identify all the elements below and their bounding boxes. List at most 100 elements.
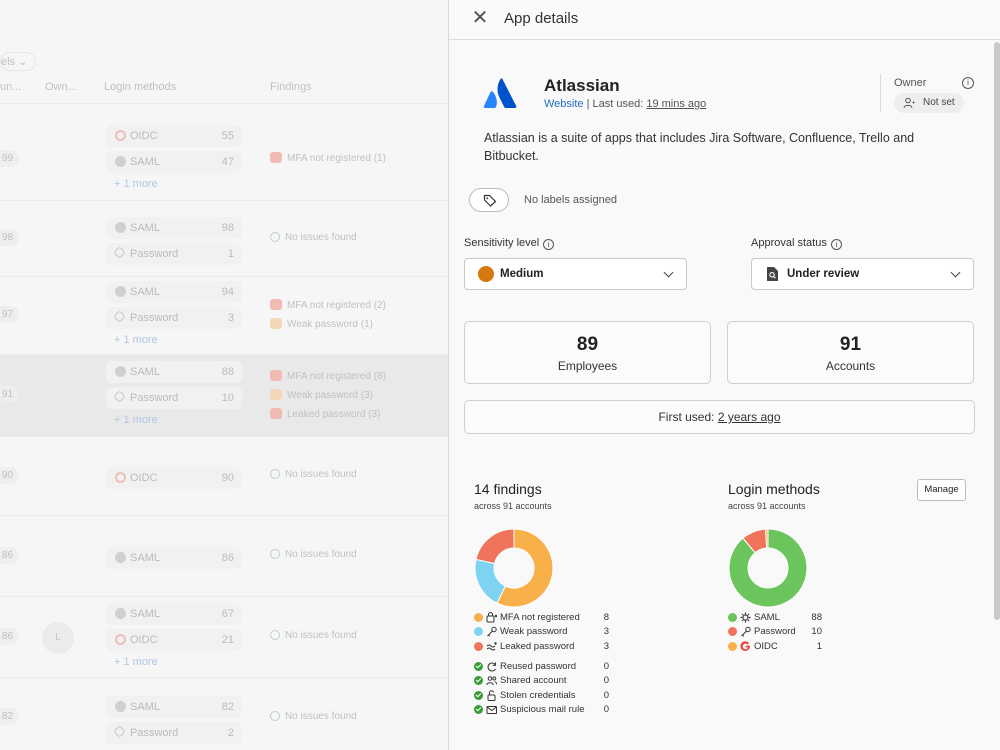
column-header[interactable]: Findings <box>270 81 312 93</box>
login-method-count: 90 <box>221 471 234 484</box>
legend-item[interactable]: SAML 88 <box>728 611 822 625</box>
table-row[interactable]: 98 SAML 98 Password 1 No issues found <box>0 201 448 277</box>
legend-count: 0 <box>603 703 609 715</box>
account-count-pill: 98 <box>0 229 20 246</box>
legend-item[interactable]: Reused password 0 <box>474 660 609 674</box>
table-row[interactable]: 86 SAML 86 No issues found <box>0 516 448 597</box>
add-label-button[interactable] <box>469 188 509 212</box>
table-row[interactable]: 86 L SAML 67 OIDC 21 + 1 more No issues found <box>0 597 448 678</box>
manage-button[interactable]: Manage <box>917 479 966 501</box>
legend-count: 1 <box>816 640 822 652</box>
legend-item[interactable]: OIDC 1 <box>728 640 822 654</box>
login-method-count: 67 <box>221 607 234 620</box>
login-method-pill: SAML 47 <box>106 150 242 173</box>
login-method-name: Password <box>130 247 179 260</box>
login-method-count: 10 <box>221 392 234 404</box>
finding-item: Weak password (1) <box>270 318 373 330</box>
finding-item: MFA not registered (2) <box>270 299 386 311</box>
legend-item[interactable]: Shared account 0 <box>474 674 609 688</box>
legend-count: 88 <box>811 612 822 623</box>
findings-slice-leaked-password[interactable] <box>475 528 515 565</box>
login-method-count: 47 <box>221 155 234 168</box>
finding-item: No issues found <box>270 549 357 560</box>
legend-count: 0 <box>603 675 609 687</box>
login-method-pill: Password 2 <box>106 721 242 744</box>
info-icon[interactable]: i <box>962 77 974 89</box>
login-method-name: SAML <box>130 286 160 298</box>
filter-pill[interactable]: els ⌄ <box>0 52 37 71</box>
more-link[interactable]: + 1 more <box>114 178 158 190</box>
table-row[interactable]: 99 OIDC 55 SAML 47 + 1 more MFA not registered… <box>0 118 448 201</box>
more-link[interactable]: + 1 more <box>114 656 158 668</box>
legend-label: MFA not registered <box>500 612 580 623</box>
legend-item[interactable]: MFA not registered 8 <box>474 611 609 625</box>
owner-selector[interactable]: Not set <box>894 93 964 113</box>
mfa-icon <box>486 612 497 623</box>
login-method-pill: Password 1 <box>106 242 242 265</box>
saml-icon <box>115 286 126 297</box>
column-header[interactable]: Own... <box>45 81 77 93</box>
info-icon[interactable]: i <box>830 239 842 250</box>
login-method-count: 98 <box>221 221 234 234</box>
more-link[interactable]: + 1 more <box>114 334 158 346</box>
approval-select[interactable]: Under review <box>751 258 974 290</box>
first-used-value[interactable]: 2 years ago <box>718 410 781 424</box>
key-icon <box>113 310 126 323</box>
table-row[interactable]: 90 OIDC 90 No issues found <box>0 437 448 516</box>
key-icon <box>487 627 497 637</box>
saml-icon <box>115 551 126 563</box>
login-method-count: 1 <box>227 247 234 260</box>
sensitivity-select[interactable]: Medium <box>464 258 687 290</box>
key-icon <box>113 390 126 403</box>
findings-legend: MFA not registered 8 Weak password 3 Leaked … <box>474 611 614 721</box>
owner-value: Not set <box>923 97 955 108</box>
check-circle-icon <box>474 704 483 714</box>
more-link[interactable]: + 1 more <box>114 414 158 426</box>
leak-icon <box>486 641 497 651</box>
findings-title: 14 findings <box>474 481 542 497</box>
finding-text: No issues found <box>285 710 357 722</box>
finding-text: Weak password (3) <box>287 389 373 401</box>
findings-slice-weak-password[interactable] <box>474 558 506 604</box>
website-link[interactable]: Website <box>544 98 584 110</box>
key-icon <box>113 245 126 259</box>
column-header[interactable]: Login methods <box>104 81 176 93</box>
finding-text: MFA not registered (2) <box>287 300 386 311</box>
legend-color-dot <box>728 613 737 622</box>
login-method-count: 94 <box>221 286 234 298</box>
account-count-pill: 86 <box>0 546 20 564</box>
close-icon[interactable]: ✕ <box>469 8 491 30</box>
accounts-stat-card[interactable]: 91 Accounts <box>727 321 974 384</box>
table-row[interactable]: 91 SAML 88 Password 10 + 1 more MFA not regist… <box>0 355 448 437</box>
employees-count: 89 <box>576 334 599 355</box>
legend-label: Shared account <box>500 675 567 687</box>
finding-item: No issues found <box>270 710 357 722</box>
google-icon <box>740 640 750 651</box>
table-row[interactable]: 97 SAML 94 Password 3 + 1 more MFA not registe… <box>0 277 448 355</box>
finding-item: MFA not registered (8) <box>270 369 386 382</box>
legend-item[interactable]: Stolen credentials 0 <box>474 689 609 703</box>
legend-item[interactable]: Leaked password 3 <box>474 640 609 654</box>
table-header: un... Own... Login methods Findings <box>0 72 448 104</box>
login-method-pill: OIDC 90 <box>106 466 242 489</box>
login-method-name: SAML <box>130 366 160 378</box>
warning-icon <box>270 388 282 400</box>
login-method-name: Password <box>130 392 179 404</box>
column-header[interactable]: un... <box>0 81 21 93</box>
warning-icon <box>270 369 282 381</box>
employees-stat-card[interactable]: 89 Employees <box>464 321 711 384</box>
scrollbar[interactable] <box>994 42 1000 620</box>
info-icon[interactable]: i <box>543 239 555 250</box>
login-method-name: SAML <box>130 551 160 564</box>
table-row[interactable]: 82 SAML 82 Password 2 No issues found <box>0 678 448 750</box>
saml-icon <box>115 607 126 619</box>
legend-label: SAML <box>754 612 780 623</box>
sensitivity-color-dot <box>478 266 494 282</box>
legend-item[interactable]: Weak password 3 <box>474 625 609 639</box>
saml-icon <box>115 366 126 377</box>
legend-item[interactable]: Suspicious mail rule 0 <box>474 703 609 717</box>
last-used-value[interactable]: 19 mins ago <box>646 98 706 110</box>
finding-text: No issues found <box>285 549 357 560</box>
legend-item[interactable]: Password 10 <box>728 625 822 639</box>
login-methods-subtitle: across 91 accounts <box>728 501 806 511</box>
